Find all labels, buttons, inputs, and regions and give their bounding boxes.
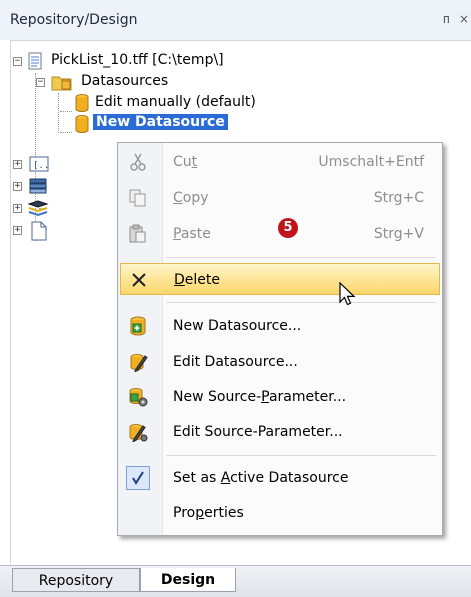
menu-separator	[166, 302, 436, 303]
tree-node-label-selected[interactable]: New Datasource	[93, 114, 228, 130]
database-icon	[75, 115, 89, 133]
menu-item-label: Properties	[173, 505, 244, 521]
menu-item-edit-datasource[interactable]: Edit Datasource...	[120, 346, 440, 378]
tab-repository[interactable]: Repository	[12, 568, 140, 592]
new-parameter-icon	[129, 388, 148, 407]
paste-icon	[129, 224, 146, 243]
close-icon[interactable]: ×	[459, 12, 469, 26]
tree-node-collapsed[interactable]: +	[11, 177, 111, 197]
check-icon	[132, 471, 144, 485]
panel-header: Repository/Design ᴨ ×	[0, 0, 471, 40]
menu-item-label: Edit Source-Parameter...	[173, 424, 343, 440]
menu-item-delete[interactable]: Delete	[120, 263, 440, 295]
menu-separator	[166, 257, 436, 258]
menu-item-copy[interactable]: Copy Strg+C	[120, 182, 440, 214]
new-datasource-icon	[130, 316, 146, 336]
menu-item-label: Copy	[173, 190, 209, 206]
menu-item-label: Set as Active Datasource	[173, 470, 349, 486]
collapse-icon[interactable]: −	[36, 78, 45, 87]
expand-icon[interactable]: +	[13, 182, 22, 191]
copy-icon	[129, 189, 146, 207]
tree-connector	[58, 93, 59, 133]
menu-item-new-datasource[interactable]: New Datasource...	[120, 310, 440, 342]
scissors-icon	[130, 153, 146, 171]
svg-text:[..]: [..]	[33, 161, 51, 171]
menu-item-cut[interactable]: Cut Umschalt+Entf	[120, 146, 440, 178]
pin-icon[interactable]: ᴨ	[443, 12, 450, 26]
tree-node-datasources[interactable]: − Datasources	[29, 72, 229, 92]
tree-node-root[interactable]: − PickList_10.tff [C:\temp\]	[11, 51, 311, 71]
tree-node-collapsed[interactable]: + [..]	[11, 155, 111, 175]
collapse-icon[interactable]: −	[13, 57, 22, 66]
tree-node-label: PickList_10.tff [C:\temp\]	[51, 52, 224, 68]
variables-icon: [..]	[29, 156, 51, 172]
bottom-tab-bar: Repository Design	[0, 565, 471, 597]
menu-separator	[166, 455, 436, 456]
menu-item-new-source-parameter[interactable]: New Source-Parameter...	[120, 381, 440, 413]
tree-node-collapsed[interactable]: +	[11, 199, 111, 219]
datasources-folder-icon	[51, 76, 72, 91]
menu-item-edit-source-parameter[interactable]: Edit Source-Parameter...	[120, 416, 440, 448]
menu-item-shortcut: Strg+V	[373, 226, 424, 242]
menu-item-set-active-datasource[interactable]: Set as Active Datasource	[120, 462, 440, 494]
page-icon	[31, 221, 47, 241]
menu-item-shortcut: Strg+C	[373, 190, 424, 206]
expand-icon[interactable]: +	[13, 160, 22, 169]
menu-item-label: New Source-Parameter...	[173, 389, 347, 405]
step-badge: 5	[278, 218, 298, 238]
menu-item-properties[interactable]: Properties	[120, 497, 440, 529]
delete-x-icon	[132, 273, 146, 287]
stack-icon	[27, 200, 49, 217]
database-icon	[75, 94, 89, 112]
expand-icon[interactable]: +	[13, 226, 22, 235]
tree-connector	[60, 132, 72, 133]
tree-node-label: Datasources	[81, 73, 169, 89]
menu-item-label: New Datasource...	[173, 318, 302, 334]
expand-icon[interactable]: +	[13, 204, 22, 213]
edit-parameter-icon	[129, 424, 148, 442]
menu-item-label: Cut	[173, 154, 198, 170]
checkbox-checked	[126, 466, 150, 490]
mouse-cursor-icon	[339, 282, 356, 306]
layers-icon	[29, 178, 47, 194]
edit-datasource-icon	[130, 354, 148, 372]
tree-connector	[60, 111, 72, 112]
tree-node-collapsed[interactable]: +	[11, 221, 111, 241]
context-menu: Cut Umschalt+Entf Copy Strg+C Paste Strg…	[117, 142, 443, 536]
menu-item-shortcut: Umschalt+Entf	[318, 154, 424, 170]
tree-node-label: Edit manually (default)	[95, 94, 256, 110]
menu-item-label: Edit Datasource...	[173, 354, 298, 370]
tab-design[interactable]: Design	[140, 568, 236, 592]
menu-item-label: Delete	[174, 272, 220, 288]
file-icon	[28, 52, 42, 70]
panel-title: Repository/Design	[10, 12, 138, 28]
tree-node-new-datasource[interactable]: New Datasource	[73, 114, 313, 134]
tree-node-edit-manually[interactable]: Edit manually (default)	[73, 93, 313, 113]
menu-item-label: Paste	[173, 226, 211, 242]
